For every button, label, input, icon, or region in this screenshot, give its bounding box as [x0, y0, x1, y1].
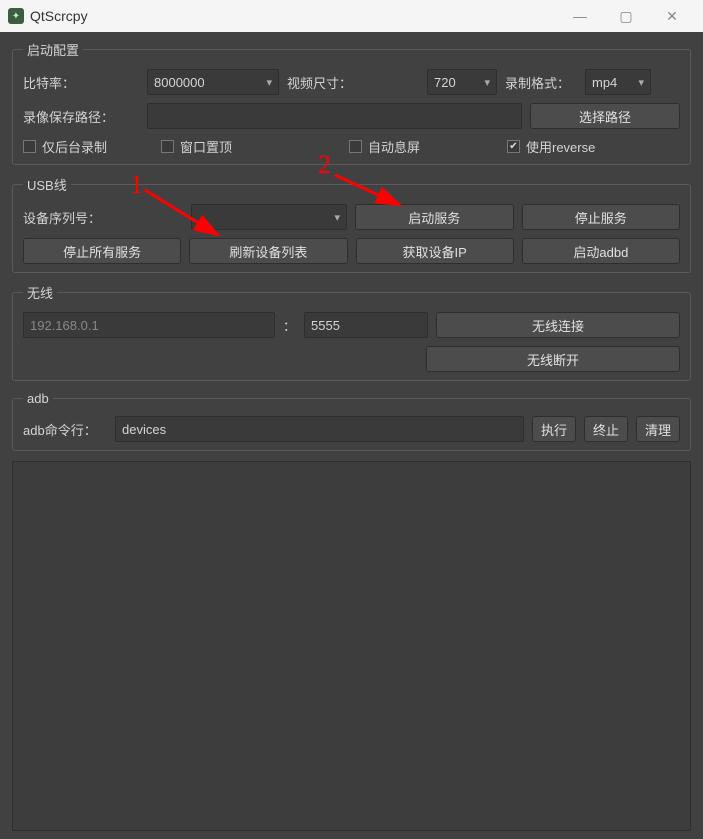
- adb-clear-button[interactable]: 清理: [636, 416, 680, 442]
- checkbox-icon: [161, 140, 174, 153]
- chk-autosleep-label: 自动息屏: [368, 137, 420, 156]
- usb-legend: USB线: [23, 175, 71, 194]
- videosize-label: 视频尺寸：: [287, 73, 419, 92]
- wireless-disconnect-button[interactable]: 无线断开: [426, 346, 680, 372]
- usb-group: USB线 设备序列号： 启动服务 停止服务 停止所有服务 刷新设备列表 获取设备…: [12, 175, 691, 273]
- serial-select[interactable]: [191, 204, 347, 230]
- refresh-devices-button[interactable]: 刷新设备列表: [189, 238, 347, 264]
- adb-output-area[interactable]: [12, 461, 691, 831]
- choose-path-button[interactable]: 选择路径: [530, 103, 680, 129]
- startup-legend: 启动配置: [23, 40, 83, 59]
- chk-reverse[interactable]: ✔ 使用reverse: [507, 137, 595, 156]
- startup-config-group: 启动配置 比特率： 8000000 视频尺寸： 720 录制格式： mp4 录像…: [12, 40, 691, 165]
- chk-reverse-label: 使用reverse: [526, 137, 595, 156]
- checkbox-icon: [23, 140, 36, 153]
- adb-legend: adb: [23, 391, 53, 406]
- wireless-ip-input[interactable]: 192.168.0.1: [23, 312, 275, 338]
- checkbox-icon: [349, 140, 362, 153]
- app-icon: ✦: [8, 8, 24, 24]
- stop-service-button[interactable]: 停止服务: [522, 204, 681, 230]
- close-button[interactable]: ✕: [649, 0, 695, 32]
- adb-stop-button[interactable]: 终止: [584, 416, 628, 442]
- adb-cmd-input[interactable]: devices: [115, 416, 524, 442]
- chk-autosleep[interactable]: 自动息屏: [349, 137, 499, 156]
- wireless-connect-button[interactable]: 无线连接: [436, 312, 680, 338]
- bitrate-select[interactable]: 8000000: [147, 69, 279, 95]
- adb-cmd-label: adb命令行：: [23, 420, 107, 439]
- wireless-group: 无线 192.168.0.1 ： 5555 无线连接 无线断开: [12, 283, 691, 381]
- chk-topmost-label: 窗口置顶: [180, 137, 232, 156]
- checkbox-icon: ✔: [507, 140, 520, 153]
- savepath-input[interactable]: [147, 103, 522, 129]
- titlebar: ✦ QtScrcpy — ▢ ✕: [0, 0, 703, 32]
- app-title: QtScrcpy: [30, 8, 557, 24]
- wireless-colon: ：: [283, 316, 296, 335]
- adb-group: adb adb命令行： devices 执行 终止 清理: [12, 391, 691, 451]
- chk-background-label: 仅后台录制: [42, 137, 107, 156]
- chk-background[interactable]: 仅后台录制: [23, 137, 153, 156]
- wireless-legend: 无线: [23, 283, 57, 302]
- recordfmt-label: 录制格式：: [505, 73, 577, 92]
- wireless-port-input[interactable]: 5555: [304, 312, 428, 338]
- start-service-button[interactable]: 启动服务: [355, 204, 514, 230]
- adb-execute-button[interactable]: 执行: [532, 416, 576, 442]
- stop-all-button[interactable]: 停止所有服务: [23, 238, 181, 264]
- chk-topmost[interactable]: 窗口置顶: [161, 137, 341, 156]
- maximize-button[interactable]: ▢: [603, 0, 649, 32]
- minimize-button[interactable]: —: [557, 0, 603, 32]
- bitrate-label: 比特率：: [23, 73, 139, 92]
- get-ip-button[interactable]: 获取设备IP: [356, 238, 514, 264]
- serial-label: 设备序列号：: [23, 208, 183, 227]
- start-adbd-button[interactable]: 启动adbd: [522, 238, 680, 264]
- videosize-select[interactable]: 720: [427, 69, 497, 95]
- recordfmt-select[interactable]: mp4: [585, 69, 651, 95]
- savepath-label: 录像保存路径：: [23, 107, 139, 126]
